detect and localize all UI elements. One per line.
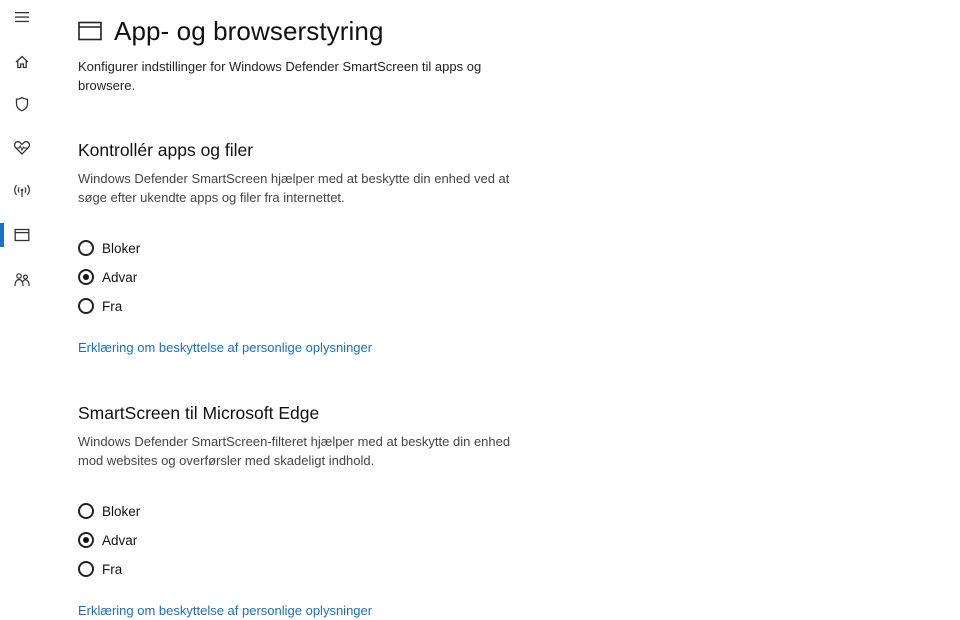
- section-description: Windows Defender SmartScreen hjælper med…: [78, 171, 510, 205]
- radio-label: Bloker: [102, 503, 141, 519]
- home-icon: [15, 55, 29, 69]
- radio-option-block[interactable]: Bloker: [78, 500, 140, 522]
- radio-button[interactable]: [78, 298, 94, 314]
- radio-label: Bloker: [102, 240, 141, 256]
- radio-label: Fra: [102, 561, 123, 577]
- page-description: Konfigurer indstillinger for Windows Def…: [78, 59, 482, 93]
- nav-item-firewall-network[interactable]: [0, 174, 44, 208]
- nav-menu-button[interactable]: [0, 0, 44, 34]
- radio-label: Advar: [102, 269, 138, 285]
- nav-item-family-options[interactable]: [0, 263, 44, 297]
- nav-item-home[interactable]: [0, 45, 44, 79]
- radio-option-warn[interactable]: Advar: [78, 266, 137, 288]
- radio-button[interactable]: [78, 532, 94, 548]
- windows-defender-security-center: App- og browserstyring Konfigurer indsti…: [0, 0, 960, 620]
- nav-item-virus-protection[interactable]: [0, 87, 44, 121]
- privacy-statement-link[interactable]: Erklæring om beskyttelse af personlige o…: [78, 340, 372, 355]
- shield-icon: [15, 96, 29, 112]
- radio-label: Advar: [102, 532, 138, 548]
- section-title: SmartScreen til Microsoft Edge: [78, 403, 320, 423]
- app-browser-window-icon: [78, 21, 102, 41]
- nav-item-device-health[interactable]: [0, 131, 44, 165]
- page-header: App- og browserstyring: [78, 14, 384, 48]
- app-browser-window-icon: [14, 228, 30, 242]
- radio-option-off[interactable]: Fra: [78, 558, 122, 580]
- family-icon: [14, 273, 30, 287]
- privacy-statement-link[interactable]: Erklæring om beskyttelse af personlige o…: [78, 603, 372, 618]
- network-antenna-icon: [14, 184, 30, 197]
- radio-button[interactable]: [78, 561, 94, 577]
- nav-rail: [0, 0, 44, 620]
- hamburger-menu-icon: [15, 12, 29, 23]
- radio-button[interactable]: [78, 240, 94, 256]
- radio-button[interactable]: [78, 269, 94, 285]
- heart-health-icon: [13, 141, 31, 155]
- nav-item-app-browser-control[interactable]: [0, 218, 44, 252]
- radio-option-off[interactable]: Fra: [78, 295, 122, 317]
- radio-option-warn[interactable]: Advar: [78, 529, 137, 551]
- section-description: Windows Defender SmartScreen-filteret hj…: [78, 434, 511, 468]
- radio-label: Fra: [102, 298, 123, 314]
- section-title: Kontrollér apps og filer: [78, 140, 254, 160]
- radio-option-block[interactable]: Bloker: [78, 237, 140, 259]
- radio-button[interactable]: [78, 503, 94, 519]
- page-title: App- og browserstyring: [114, 15, 384, 46]
